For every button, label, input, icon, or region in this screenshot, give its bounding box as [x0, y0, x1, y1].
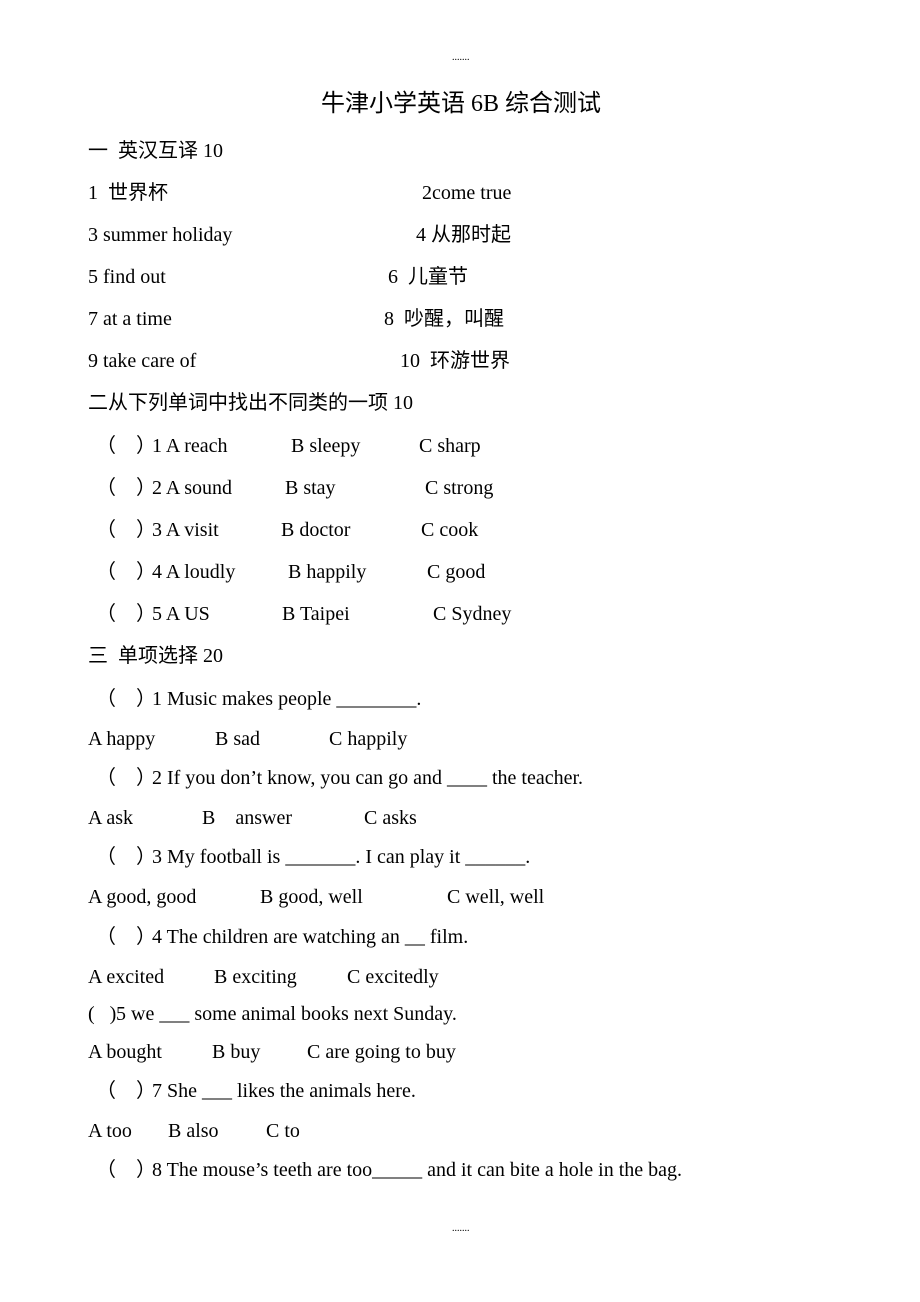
question-text: 7 She ___ likes the animals here.: [152, 1080, 416, 1102]
answer-bracket[interactable]: ( ): [88, 1002, 116, 1026]
answer-bracket[interactable]: （ ）: [96, 518, 156, 542]
question-text: 3 My football is _______. I can play it …: [152, 846, 531, 868]
option-b: B Taipei: [282, 603, 350, 625]
option-c: C strong: [425, 477, 494, 499]
translation-item-left: 1 世界杯: [88, 182, 168, 204]
option-c: C good: [427, 561, 486, 583]
option-a: 2 A sound: [152, 477, 233, 499]
option-b: B doctor: [281, 519, 351, 541]
translation-item-right: 4 从那时起: [416, 224, 511, 246]
question-text: 8 The mouse’s teeth are too_____ and it …: [152, 1159, 683, 1181]
translation-item-right: 8 吵醒，叫醒: [384, 308, 504, 330]
header-marker: .......: [452, 52, 470, 63]
option-b: B sleepy: [291, 435, 361, 457]
footer-marker: .......: [452, 1223, 470, 1234]
choice-c: C are going to buy: [307, 1041, 456, 1063]
choice-c: C excitedly: [347, 966, 439, 988]
choice-c: C to: [266, 1120, 300, 1142]
choice-c: C well, well: [447, 886, 545, 908]
answer-bracket[interactable]: （ ）: [96, 434, 156, 458]
option-a: 4 A loudly: [152, 561, 236, 583]
translation-item-left: 5 find out: [88, 266, 166, 288]
question-text: 2 If you don’t know, you can go and ____…: [152, 767, 584, 789]
choice-a: A good, good: [88, 886, 197, 908]
answer-bracket[interactable]: （ ）: [96, 1158, 156, 1182]
question-text: 1 Music makes people ________.: [152, 688, 422, 710]
choice-b: B answer: [202, 807, 292, 829]
choice-c: C asks: [364, 807, 417, 829]
choice-a: A happy: [88, 728, 156, 750]
page-title: 牛津小学英语 6B 综合测试: [321, 91, 602, 117]
translation-item-right: 6 儿童节: [388, 266, 468, 288]
choice-a: A bought: [88, 1041, 162, 1063]
choice-b: B also: [168, 1120, 219, 1142]
choice-b: B exciting: [214, 966, 297, 988]
choice-a: A excited: [88, 966, 165, 988]
choice-b: B sad: [215, 728, 260, 750]
option-c: C sharp: [419, 435, 481, 457]
choice-b: B buy: [212, 1041, 261, 1063]
question-text: 4 The children are watching an __ film.: [152, 926, 469, 948]
choice-a: A ask: [88, 807, 133, 829]
answer-bracket[interactable]: （ ）: [96, 687, 156, 711]
translation-item-left: 9 take care of: [88, 350, 197, 372]
option-a: 1 A reach: [152, 435, 228, 457]
option-c: C cook: [421, 519, 479, 541]
answer-bracket[interactable]: （ ）: [96, 766, 156, 790]
translation-item-left: 7 at a time: [88, 308, 172, 330]
option-b: B stay: [285, 477, 336, 499]
section-1-heading: 一 英汉互译 10: [88, 140, 223, 162]
choice-c: C happily: [329, 728, 408, 750]
section-2-heading: 二从下列单词中找出不同类的一项 10: [88, 392, 413, 414]
answer-bracket[interactable]: （ ）: [96, 925, 156, 949]
choice-a: A too: [88, 1120, 132, 1142]
choice-b: B good, well: [260, 886, 363, 908]
section-3-heading: 三 单项选择 20: [88, 645, 223, 667]
answer-bracket[interactable]: （ ）: [96, 1079, 156, 1103]
option-c: C Sydney: [433, 603, 512, 625]
answer-bracket[interactable]: （ ）: [96, 602, 156, 626]
translation-item-right: 10 环游世界: [400, 350, 510, 372]
translation-item-right: 2come true: [422, 182, 512, 204]
answer-bracket[interactable]: （ ）: [96, 476, 156, 500]
answer-bracket[interactable]: （ ）: [96, 560, 156, 584]
option-a: 5 A US: [152, 603, 210, 625]
option-b: B happily: [288, 561, 367, 583]
option-a: 3 A visit: [152, 519, 219, 541]
translation-item-left: 3 summer holiday: [88, 224, 233, 246]
answer-bracket[interactable]: （ ）: [96, 845, 156, 869]
question-text: 5 we ___ some animal books next Sunday.: [116, 1003, 457, 1025]
